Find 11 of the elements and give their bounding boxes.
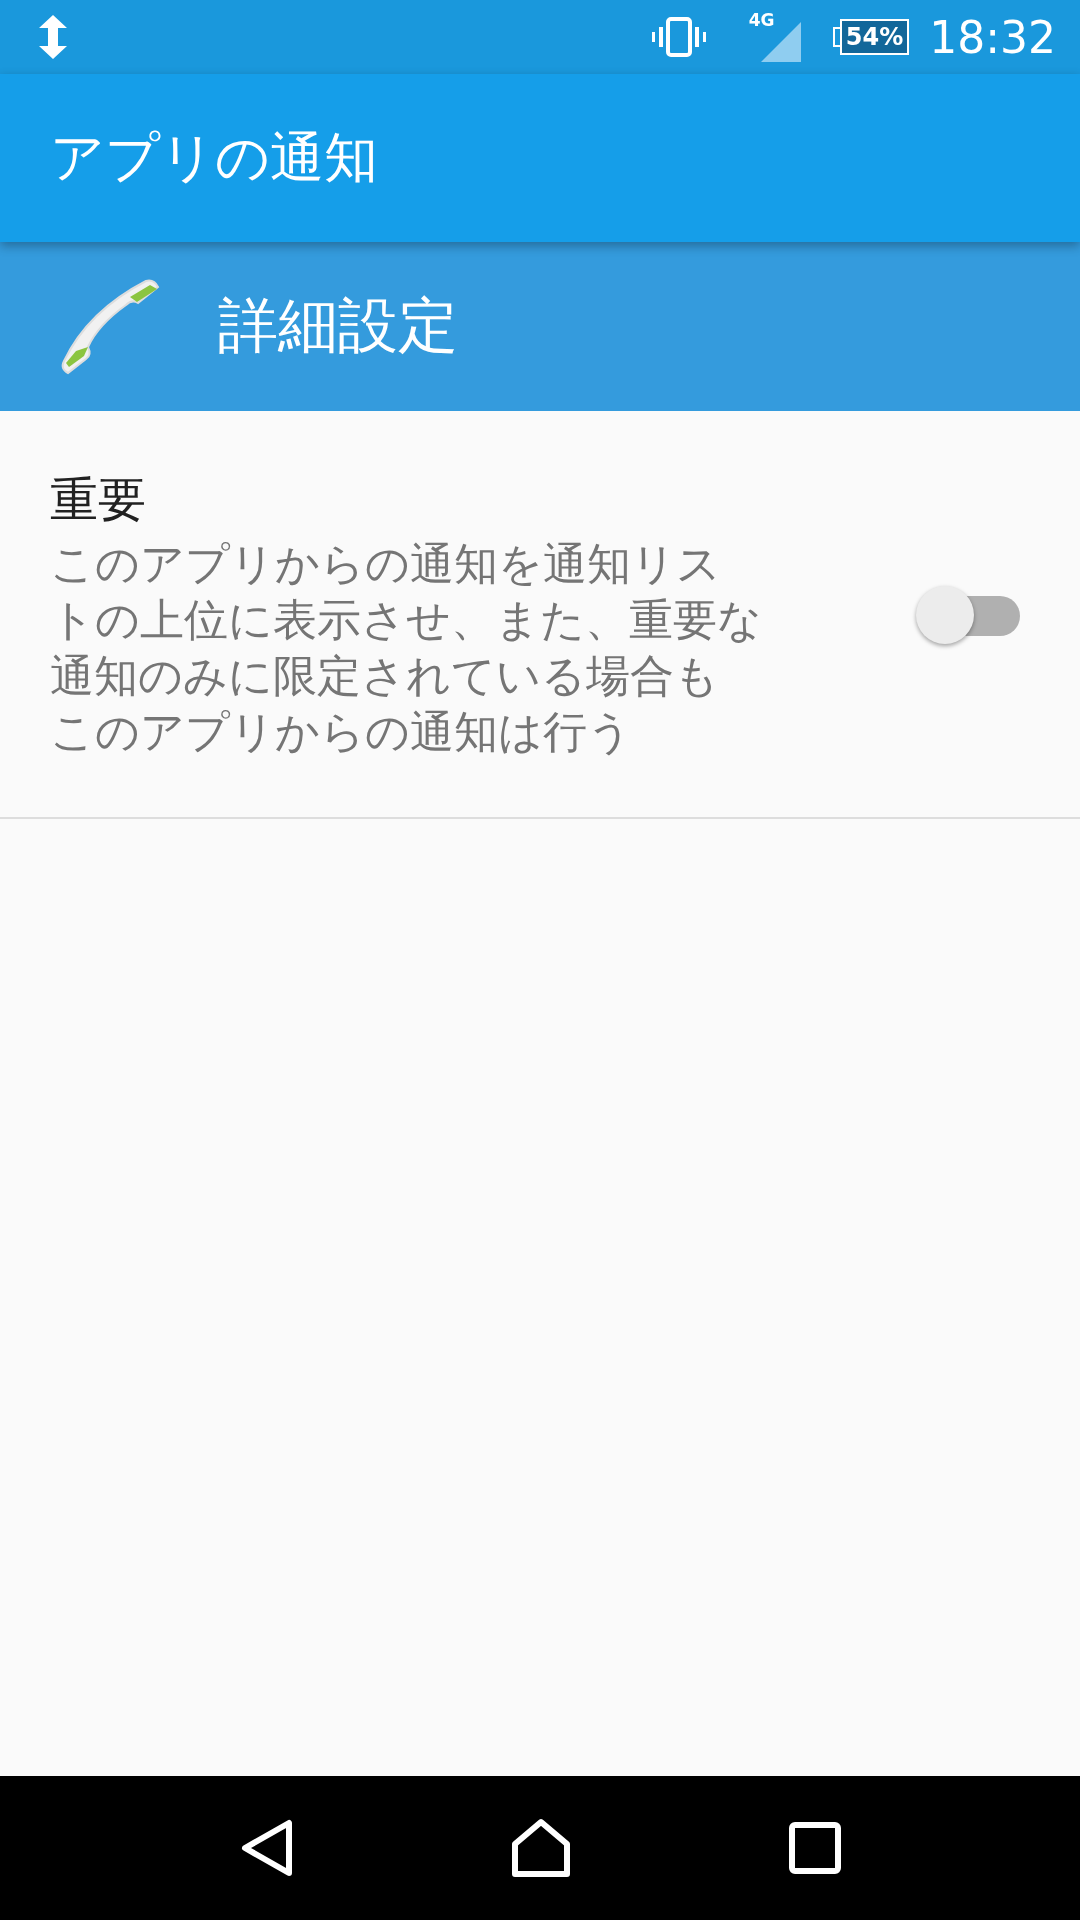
back-button[interactable] xyxy=(239,1819,293,1877)
vibrate-icon xyxy=(650,17,707,57)
clock: 18:32 xyxy=(929,11,1056,63)
recents-button[interactable] xyxy=(789,1822,841,1874)
data-transfer-icon xyxy=(38,15,68,59)
network-type: 4G xyxy=(748,10,775,30)
home-button[interactable] xyxy=(511,1818,571,1878)
setting-title: 重要 xyxy=(50,470,147,529)
screen-title: アプリの通知 xyxy=(50,124,378,191)
setting-description: このアプリからの通知を通知リストの上位に表示させ、また、重要な通知のみに限定されている場合もこのアプリからの通知は行う xyxy=(50,537,763,759)
section-title: 詳細設定 xyxy=(218,289,458,362)
